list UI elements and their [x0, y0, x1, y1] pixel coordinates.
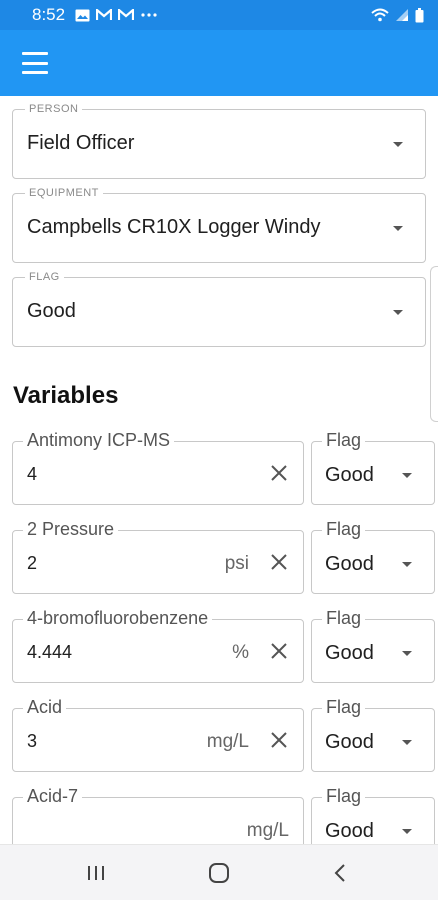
- variable-value: 2: [27, 553, 38, 573]
- variable-field-antimony[interactable]: Antimony ICP-MS 4: [12, 430, 304, 505]
- gmail-icon: [118, 9, 135, 20]
- flag-label: Flag: [322, 697, 366, 718]
- status-time: 8:52: [32, 5, 66, 24]
- clear-icon[interactable]: [267, 461, 291, 485]
- variable-value: 3: [27, 731, 38, 751]
- variables-title: Variables: [13, 382, 119, 409]
- home-icon[interactable]: [205, 861, 233, 885]
- flag-select[interactable]: FLAG Good: [12, 271, 426, 347]
- flag-value: Good: [325, 820, 374, 842]
- flag-label: Flag: [322, 786, 366, 807]
- flag-label: FLAG: [25, 271, 64, 283]
- menu-icon[interactable]: [22, 52, 48, 74]
- flag-value: Good: [325, 553, 374, 575]
- gmail-icon: [96, 9, 113, 20]
- equipment-value: Campbells CR10X Logger Windy: [27, 216, 321, 238]
- image-icon: [75, 9, 90, 21]
- wifi-icon: [371, 8, 389, 22]
- variable-unit: mg/L: [206, 731, 249, 752]
- dropdown-arrow-icon: [402, 740, 412, 745]
- clear-icon[interactable]: [267, 550, 291, 574]
- variable-field-pressure[interactable]: 2 Pressure 2 psi: [12, 519, 304, 594]
- clear-icon[interactable]: [267, 639, 291, 663]
- variable-flag-select[interactable]: Flag Good: [311, 608, 435, 683]
- more-icon: [141, 13, 157, 17]
- variable-flag-select[interactable]: Flag Good: [311, 697, 435, 772]
- variable-label: Acid: [23, 697, 67, 718]
- dropdown-arrow-icon: [402, 651, 412, 656]
- variable-unit: psi: [224, 553, 249, 574]
- signal-icon: [396, 9, 408, 21]
- flag-label: Flag: [322, 608, 366, 629]
- variable-field-acid[interactable]: Acid 3 mg/L: [12, 697, 304, 772]
- equipment-label: EQUIPMENT: [25, 187, 103, 199]
- variable-label: 4-bromofluorobenzene: [23, 608, 213, 629]
- recent-apps-icon[interactable]: [82, 861, 110, 885]
- equipment-select[interactable]: EQUIPMENT Campbells CR10X Logger Windy: [12, 187, 426, 263]
- back-icon[interactable]: [327, 861, 355, 885]
- flag-value: Good: [325, 642, 374, 664]
- variable-flag-select[interactable]: Flag Good: [311, 519, 435, 594]
- variable-label: Acid-7: [23, 786, 83, 807]
- app-bar: [0, 30, 438, 96]
- variable-flag-select[interactable]: Flag Good: [311, 430, 435, 505]
- variable-unit: mg/L: [246, 820, 289, 841]
- status-bar: 8:52: [0, 0, 438, 30]
- dropdown-arrow-icon: [393, 142, 403, 147]
- variable-field-bromofluorobenzene[interactable]: 4-bromofluorobenzene 4.444 %: [12, 608, 304, 683]
- dropdown-arrow-icon: [402, 829, 412, 834]
- flag-value: Good: [27, 300, 76, 322]
- battery-icon: [415, 7, 424, 22]
- clear-icon[interactable]: [267, 728, 291, 752]
- variable-value: 4: [27, 464, 38, 484]
- person-value: Field Officer: [27, 132, 135, 154]
- variable-label: Antimony ICP-MS: [23, 430, 175, 451]
- person-label: PERSON: [25, 103, 83, 115]
- person-select[interactable]: PERSON Field Officer: [12, 103, 426, 179]
- flag-value: Good: [325, 731, 374, 753]
- edge-panel-handle[interactable]: [430, 266, 438, 422]
- dropdown-arrow-icon: [393, 310, 403, 315]
- variable-field-acid-7[interactable]: Acid-7 mg/L: [12, 786, 304, 844]
- flag-value: Good: [325, 464, 374, 486]
- dropdown-arrow-icon: [393, 226, 403, 231]
- variable-flag-select[interactable]: Flag Good: [311, 786, 435, 844]
- dropdown-arrow-icon: [402, 473, 412, 478]
- variable-label: 2 Pressure: [23, 519, 119, 540]
- form-content[interactable]: PERSON Field Officer EQUIPMENT Campbells…: [0, 96, 438, 844]
- variable-value: 4.444: [27, 642, 73, 662]
- flag-label: Flag: [322, 430, 366, 451]
- variable-unit: %: [232, 642, 249, 663]
- flag-label: Flag: [322, 519, 366, 540]
- navigation-bar: [0, 844, 438, 900]
- dropdown-arrow-icon: [402, 562, 412, 567]
